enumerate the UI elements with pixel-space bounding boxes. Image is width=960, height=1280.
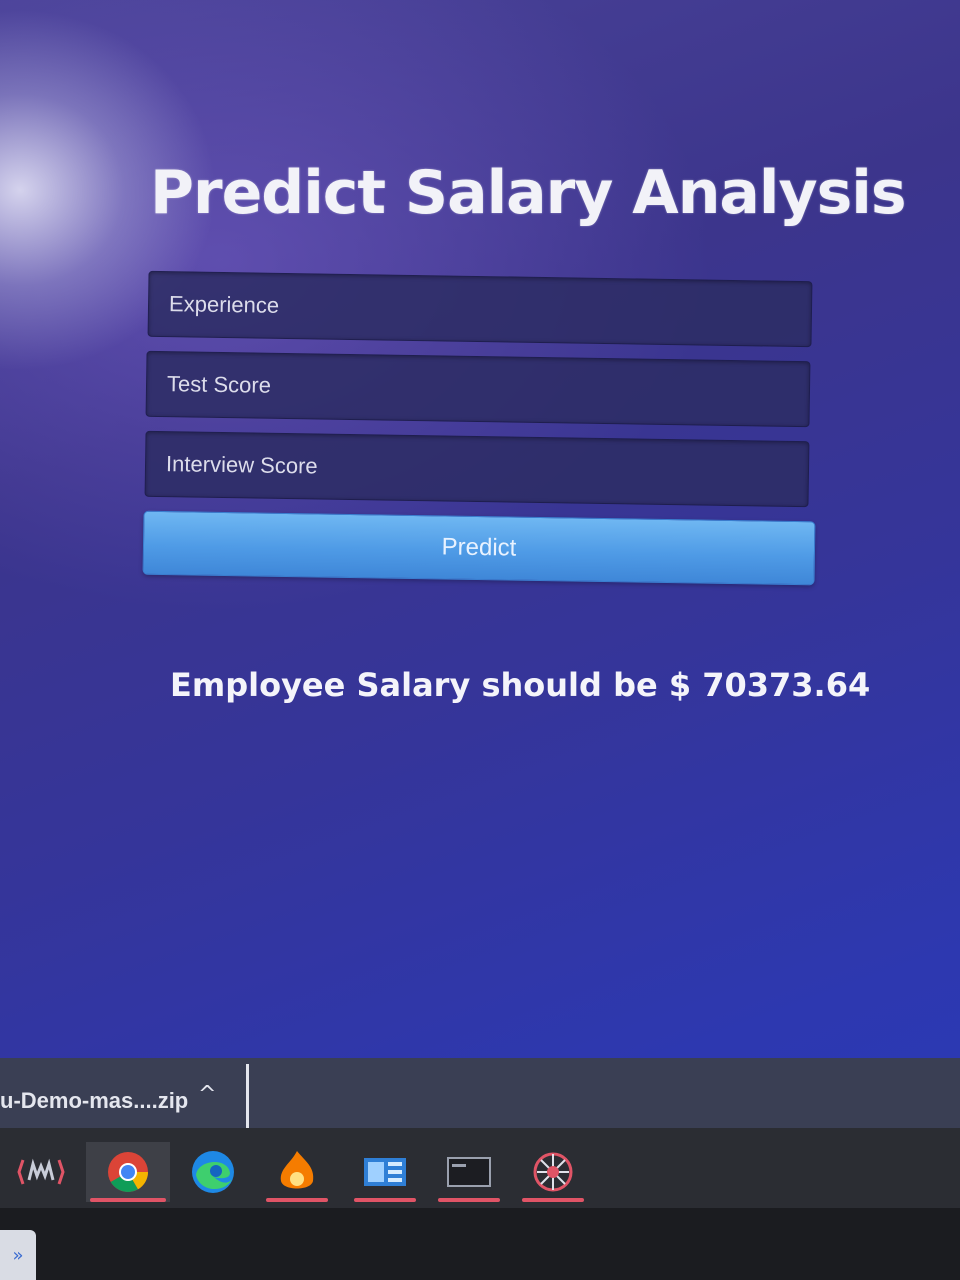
orange-app-icon xyxy=(280,1151,314,1189)
taskbar-open-indicator xyxy=(266,1198,328,1202)
taskbar-active-indicator xyxy=(90,1198,166,1202)
chrome-icon xyxy=(108,1152,148,1192)
test-score-field-container xyxy=(145,350,811,428)
prediction-result: Employee Salary should be $ 70373.64 xyxy=(170,666,871,704)
page-title: Predict Salary Analysis xyxy=(150,158,907,228)
taskbar xyxy=(0,1128,960,1208)
taskbar-item-edge[interactable] xyxy=(178,1142,248,1202)
salary-app: Predict Salary Analysis Predict Employee… xyxy=(0,0,960,1060)
taskbar-open-indicator xyxy=(522,1198,584,1202)
download-file-name[interactable]: u-Demo-mas....zip xyxy=(0,1088,188,1114)
monitor-bezel: » xyxy=(0,1208,960,1280)
predict-button[interactable]: Predict xyxy=(142,510,816,586)
network-app-icon xyxy=(533,1152,573,1192)
taskbar-item-orange-app[interactable] xyxy=(262,1142,332,1202)
taskbar-item-window-app[interactable] xyxy=(350,1142,420,1202)
test-score-input[interactable] xyxy=(164,370,792,408)
chevron-up-icon[interactable]: ^ xyxy=(198,1082,216,1107)
taskbar-open-indicator xyxy=(354,1198,416,1202)
window-app-icon xyxy=(364,1158,406,1186)
interview-score-field-container xyxy=(144,430,810,508)
taskbar-item-network-app[interactable] xyxy=(518,1142,588,1202)
experience-field-container xyxy=(147,270,813,348)
show-more-icon[interactable]: » xyxy=(0,1230,36,1280)
download-bar-divider xyxy=(246,1064,249,1130)
screen: Predict Salary Analysis Predict Employee… xyxy=(0,0,960,1280)
terminal-icon xyxy=(447,1157,491,1187)
predator-sense-icon xyxy=(17,1158,65,1185)
interview-score-input[interactable] xyxy=(163,450,791,488)
taskbar-open-indicator xyxy=(438,1198,500,1202)
edge-icon xyxy=(192,1151,234,1193)
taskbar-item-chrome[interactable] xyxy=(86,1142,170,1202)
experience-input[interactable] xyxy=(166,290,794,328)
taskbar-item-terminal[interactable] xyxy=(434,1142,504,1202)
taskbar-item-predator[interactable] xyxy=(6,1142,76,1202)
